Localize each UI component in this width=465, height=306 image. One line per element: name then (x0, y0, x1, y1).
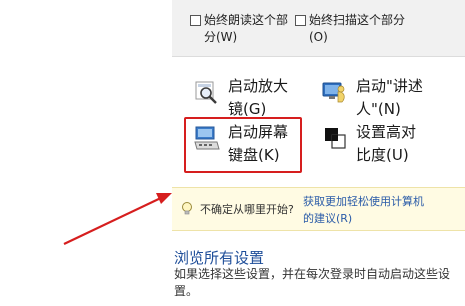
tip-bar: 不确定从哪里开始? 获取更加轻松使用计算机 的建议(R) (172, 187, 465, 231)
narrator-label: 启动"讲述 人"(N) (356, 77, 423, 118)
section-divider (172, 56, 465, 57)
always-scan-label: 始终扫描这个部分 (O) (309, 13, 406, 44)
lightbulb-icon (182, 202, 192, 215)
always-read-label: 始终朗读这个部 分(W) (204, 13, 289, 44)
magnifier-icon (195, 81, 217, 104)
tip-prompt: 不确定从哪里开始? (200, 203, 294, 216)
highlight-box (184, 117, 302, 173)
always-scan-checkbox[interactable] (295, 15, 306, 26)
always-scan-option[interactable]: 始终扫描这个部分 (O) (295, 12, 405, 46)
always-read-checkbox[interactable] (190, 15, 201, 26)
start-magnifier-link[interactable]: 启动放大 镜(G) (194, 75, 288, 121)
browse-all-settings-description: 如果选择这些设置，并在每次登录时自动启动这些设 置。 (174, 267, 451, 298)
get-recommendations-link[interactable]: 获取更加轻松使用计算机 的建议(R) (303, 193, 463, 227)
magnifier-label: 启动放大 镜(G) (228, 77, 289, 118)
contrast-label: 设置高对 比度(U) (356, 123, 417, 164)
start-narrator-link[interactable]: 启动"讲述 人"(N) (322, 75, 423, 121)
contrast-icon (325, 128, 346, 149)
browse-all-settings-heading: 浏览所有设置 (174, 249, 265, 267)
narrator-icon (322, 82, 345, 103)
always-read-option[interactable]: 始终朗读这个部 分(W) (190, 12, 288, 46)
set-high-contrast-link[interactable]: 设置高对 比度(U) (322, 121, 416, 167)
